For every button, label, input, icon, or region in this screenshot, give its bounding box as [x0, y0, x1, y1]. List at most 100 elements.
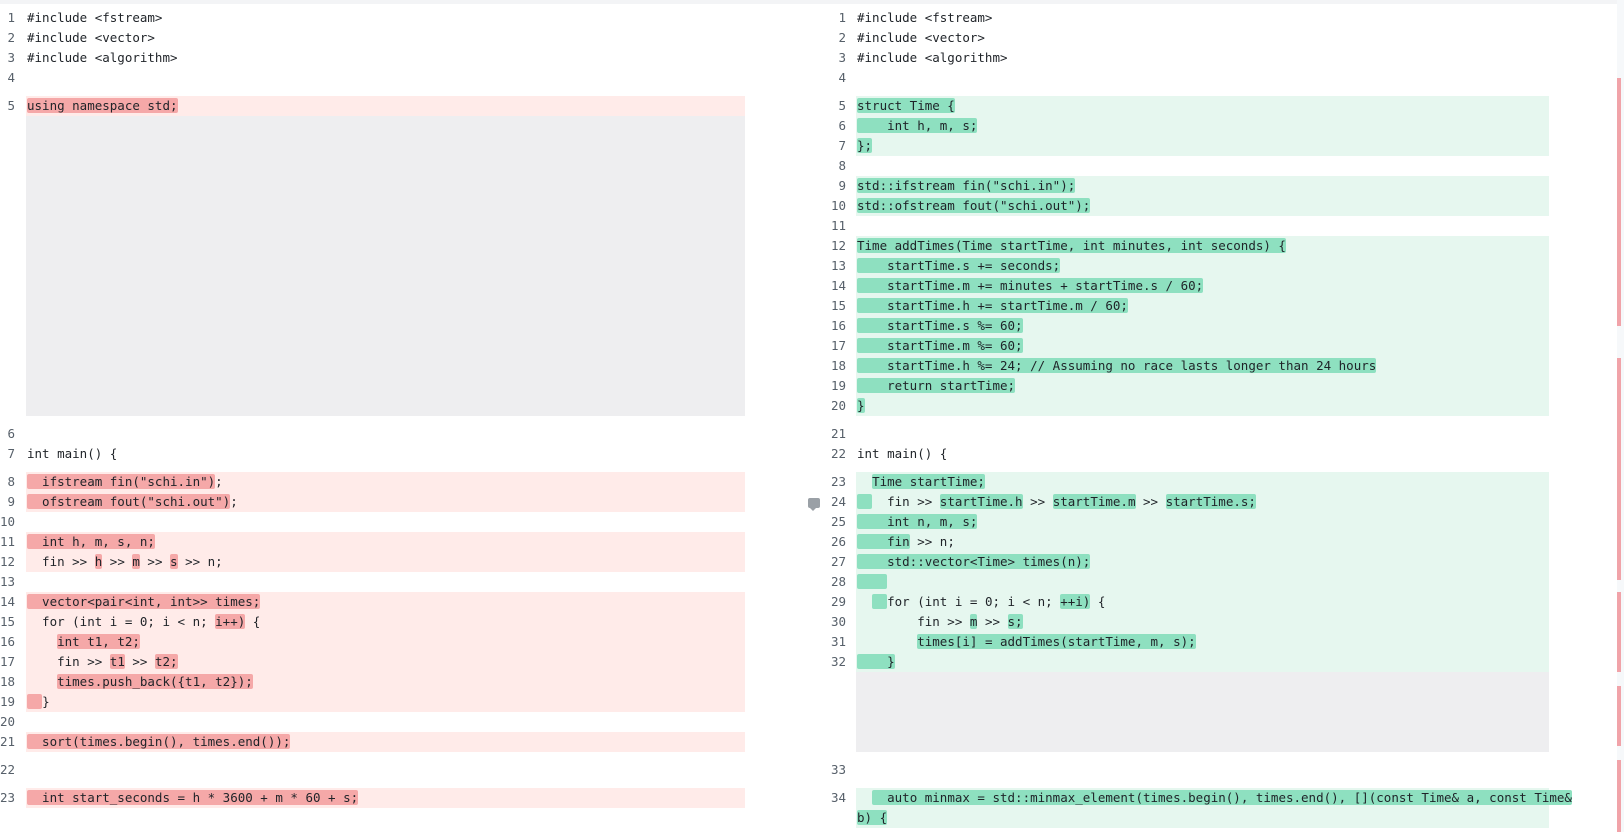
changed-text-highlight: i++) [215, 614, 246, 629]
line-number: 27 [830, 554, 846, 569]
changed-text-highlight: t1 [109, 654, 125, 669]
modified-code-line[interactable]: 34 auto minmax = std::minmax_element(tim… [830, 788, 1624, 808]
modified-code-line[interactable]: 27 std::vector<Time> times(n); [830, 552, 1624, 572]
modified-code-line[interactable]: 17 startTime.m %= 60; [830, 336, 1624, 356]
line-number: 10 [830, 198, 846, 213]
original-code-line[interactable]: 15 for (int i = 0; i < n; i++) { [0, 612, 775, 632]
original-code-line[interactable]: 2 #include <vector> [0, 28, 775, 48]
original-code-line[interactable]: 18 times.push_back({t1, t2}); [0, 672, 775, 692]
original-code-line[interactable]: 17 fin >> t1 >> t2; [0, 652, 775, 672]
modified-code-line[interactable]: 11 [830, 216, 1624, 236]
modified-code-line[interactable]: 6 int h, m, s; [830, 116, 1624, 136]
original-code-line[interactable]: 7 int main() { [0, 444, 775, 464]
modified-code-line[interactable]: 31 times[i] = addTimes(startTime, m, s); [830, 632, 1624, 652]
changed-text-highlight: startTime.s %= 60; [857, 318, 1023, 333]
line-number: 13 [0, 574, 16, 589]
line-content: ofstream fout("schi.out"); [26, 492, 745, 512]
modified-code-line[interactable]: 32 } [830, 652, 1624, 672]
original-code-line[interactable]: 4 [0, 68, 775, 88]
modified-code-line[interactable]: 14 startTime.m += minutes + startTime.s … [830, 276, 1624, 296]
modified-code-line[interactable]: 8 [830, 156, 1624, 176]
line-number: 11 [0, 534, 16, 549]
modified-code-line[interactable]: 16 startTime.s %= 60; [830, 316, 1624, 336]
modified-code-line[interactable]: 33 [830, 760, 1624, 780]
line-number: 2 [838, 30, 846, 45]
original-code-line[interactable]: 11 int h, m, s, n; [0, 532, 775, 552]
modified-code-line[interactable]: 26 fin >> n; [830, 532, 1624, 552]
diff-modified-pane[interactable]: 1 #include <fstream> 2 #include <vector> 3 #i… [830, 8, 1624, 828]
modified-code-line[interactable]: b) { [830, 808, 1624, 828]
line-content: #include <vector> [857, 30, 985, 45]
modified-code-line[interactable]: 24 fin >> startTime.h >> startTime.m >> … [830, 492, 1624, 512]
modified-code-line[interactable]: 28 [830, 572, 1624, 592]
line-content: int main() { [857, 446, 948, 461]
modified-code-line[interactable]: 19 return startTime; [830, 376, 1624, 396]
original-code-line[interactable]: 14 vector<pair<int, int>> times; [0, 592, 775, 612]
original-code-line[interactable]: 23 int start_seconds = h * 3600 + m * 60… [0, 788, 775, 808]
modified-code-line[interactable]: 23 Time startTime; [830, 472, 1624, 492]
original-code-line[interactable]: 21 sort(times.begin(), times.end()); [0, 732, 775, 752]
changed-text-highlight: startTime.m %= 60; [857, 338, 1023, 353]
changed-text-highlight: struct Time { [857, 98, 955, 113]
modified-code-line[interactable]: 13 startTime.s += seconds; [830, 256, 1624, 276]
modified-code-line[interactable]: 2 #include <vector> [830, 28, 1624, 48]
line-content: vector<pair<int, int>> times; [26, 592, 745, 612]
line-content: #include <fstream> [27, 10, 163, 25]
modified-code-line[interactable]: 10 std::ofstream fout("schi.out"); [830, 196, 1624, 216]
line-number: 6 [7, 426, 15, 441]
original-code-line[interactable] [0, 808, 775, 828]
original-code-line[interactable]: 9 ofstream fout("schi.out"); [0, 492, 775, 512]
changed-text-highlight: fin [857, 534, 910, 549]
line-number: 8 [838, 158, 846, 173]
modified-code-line[interactable]: 29 for (int i = 0; i < n; ++i) { [830, 592, 1624, 612]
original-code-line[interactable]: 20 [0, 712, 775, 732]
original-code-line[interactable]: 10 [0, 512, 775, 532]
hunk-separator [0, 416, 775, 424]
modified-code-line[interactable]: 4 [830, 68, 1624, 88]
line-content: auto minmax = std::minmax_element(times.… [856, 788, 1572, 808]
changed-text-highlight: startTime.h [939, 494, 1023, 509]
modified-code-line[interactable]: 9 std::ifstream fin("schi.in"); [830, 176, 1624, 196]
line-number: 7 [838, 138, 846, 153]
changed-text-highlight: startTime.m [1052, 494, 1136, 509]
modified-code-line[interactable]: 22 int main() { [830, 444, 1624, 464]
diff-original-pane[interactable]: 1 #include <fstream> 2 #include <vector> 3 #i… [0, 8, 775, 828]
original-code-line[interactable]: 16 int t1, t2; [0, 632, 775, 652]
modified-code-line[interactable]: 5 struct Time { [830, 96, 1624, 116]
changed-text-highlight: std::ofstream fout("schi.out"); [857, 198, 1091, 213]
original-code-line[interactable]: 5 using namespace std; [0, 96, 775, 116]
original-code-line[interactable]: 19 } [0, 692, 775, 712]
original-code-line[interactable]: 22 [0, 760, 775, 780]
original-code-line[interactable]: 12 fin >> h >> m >> s >> n; [0, 552, 775, 572]
changed-text-highlight [857, 494, 873, 509]
comment-icon[interactable] [808, 498, 820, 511]
hunk-separator [0, 752, 775, 760]
changed-text-highlight: ofstream fout("schi.out") [27, 494, 231, 509]
overview-change-marker [1617, 358, 1621, 580]
line-content [856, 572, 1549, 592]
modified-code-line[interactable]: 15 startTime.h += startTime.m / 60; [830, 296, 1624, 316]
original-code-line[interactable]: 3 #include <algorithm> [0, 48, 775, 68]
modified-code-line[interactable]: 18 startTime.h %= 24; // Assuming no rac… [830, 356, 1624, 376]
hunk-separator [830, 464, 1624, 472]
modified-code-line[interactable]: 3 #include <algorithm> [830, 48, 1624, 68]
line-content: startTime.s += seconds; [856, 256, 1549, 276]
diff-overview-ruler[interactable] [1617, 0, 1624, 832]
changed-text-highlight: int n, m, s; [857, 514, 978, 529]
original-code-line[interactable]: 6 [0, 424, 775, 444]
modified-code-line[interactable]: 30 fin >> m >> s; [830, 612, 1624, 632]
original-code-line[interactable]: 1 #include <fstream> [0, 8, 775, 28]
modified-code-line[interactable]: 25 int n, m, s; [830, 512, 1624, 532]
modified-code-line[interactable]: 21 [830, 424, 1624, 444]
modified-code-line[interactable]: 20} [830, 396, 1624, 416]
original-code-line[interactable]: 8 ifstream fin("schi.in"); [0, 472, 775, 492]
line-content: fin >> startTime.h >> startTime.m >> sta… [856, 492, 1549, 512]
modified-code-line[interactable]: 1 #include <fstream> [830, 8, 1624, 28]
original-code-line[interactable]: 13 [0, 572, 775, 592]
line-number: 17 [830, 338, 846, 353]
modified-code-line[interactable]: 7}; [830, 136, 1624, 156]
changed-text-highlight: startTime.s; [1165, 494, 1256, 509]
modified-code-line[interactable]: 12 Time addTimes(Time startTime, int minu… [830, 236, 1624, 256]
line-content: int h, m, s; [856, 116, 1549, 136]
line-number: 3 [838, 50, 846, 65]
